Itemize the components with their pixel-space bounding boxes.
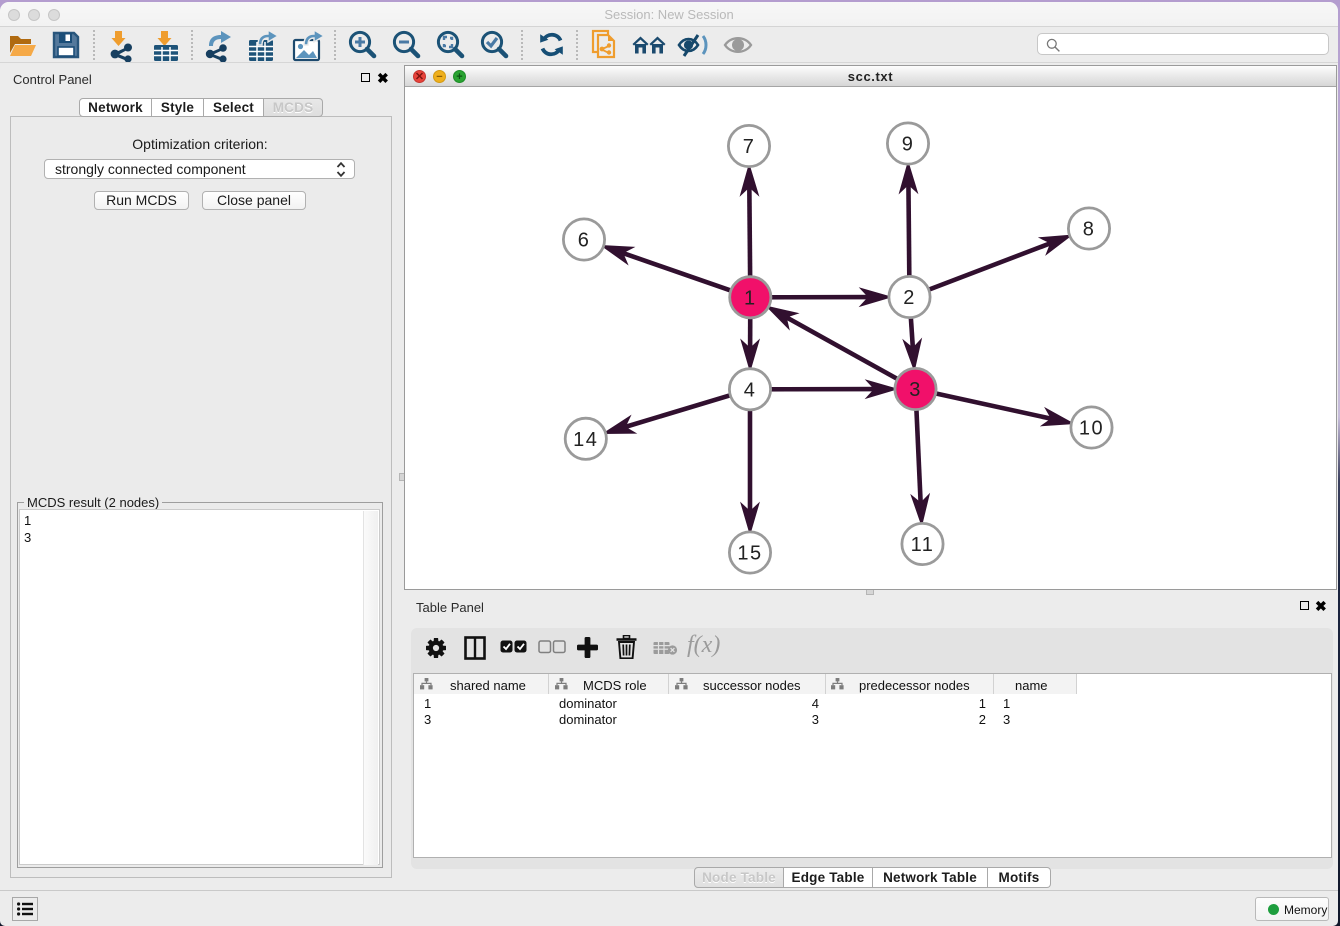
svg-text:8: 8 [1083, 219, 1096, 241]
svg-text:6: 6 [578, 230, 591, 252]
svg-text:3: 3 [909, 379, 922, 401]
svg-text:2: 2 [903, 287, 916, 309]
svg-text:4: 4 [744, 379, 757, 401]
svg-text:9: 9 [902, 134, 915, 156]
svg-text:1: 1 [744, 287, 757, 309]
svg-text:14: 14 [573, 429, 598, 451]
svg-text:15: 15 [737, 543, 762, 565]
svg-text:11: 11 [911, 534, 935, 556]
svg-text:7: 7 [743, 136, 756, 158]
svg-text:10: 10 [1079, 418, 1104, 440]
